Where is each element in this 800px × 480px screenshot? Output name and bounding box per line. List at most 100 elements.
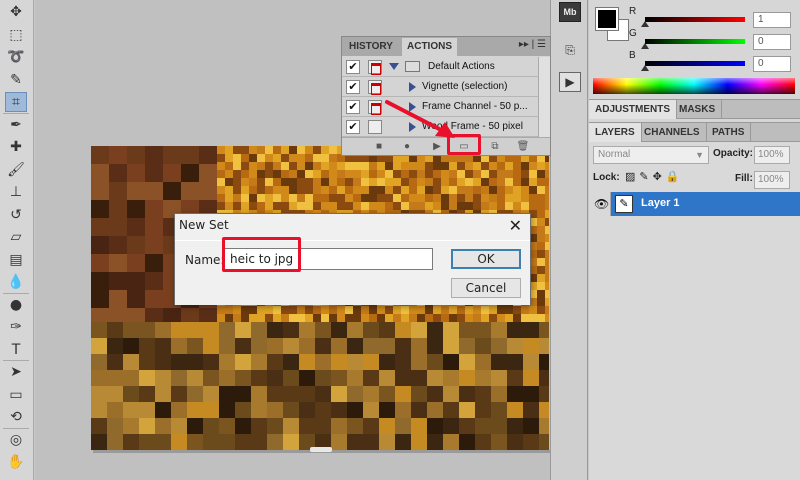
tab-layers[interactable]: LAYERS (589, 123, 642, 142)
blur-tool-icon[interactable]: 💧 (5, 272, 27, 292)
action-label[interactable]: Vignette (selection) (422, 81, 507, 92)
lasso-tool-icon[interactable]: ➰ (5, 47, 27, 67)
dialog-toggle-icon[interactable] (368, 100, 382, 115)
name-label: Name: (185, 253, 225, 267)
chevron-down-icon: ▼ (695, 150, 704, 160)
tab-adjustments[interactable]: ADJUSTMENTS (589, 100, 678, 119)
eye-icon: 👁 (594, 197, 610, 211)
folder-icon (405, 61, 420, 72)
toolbox: ✥ ⬚ ➰ ✎ ⌗ ✒ ✚ 🖌 ⊥ ↺ ▱ ▤ 💧 ● ✑ T ➤ ▭ ⟲ ◎ ✋ (0, 0, 34, 480)
panel-dock-strip: Mb ⎘ ▶ (550, 0, 588, 480)
eraser-tool-icon[interactable]: ▱ (5, 227, 27, 247)
cancel-button[interactable]: Cancel (451, 278, 521, 298)
layer-thumbnail: ✎ (615, 195, 633, 213)
canvas-scroll-handle[interactable] (310, 447, 332, 452)
tab-actions[interactable]: ACTIONS (402, 38, 457, 56)
action-toggle-checkbox[interactable]: ✔ (346, 100, 360, 114)
mini-bridge-label: Mb (563, 7, 577, 17)
type-tool-icon[interactable]: T (5, 340, 27, 360)
red-value-field[interactable]: 1 (753, 12, 791, 28)
annotation-arrow (385, 100, 455, 138)
pen-tool-icon[interactable]: ✑ (5, 317, 27, 337)
marquee-tool-icon[interactable]: ⬚ (5, 25, 27, 45)
lock-options: ▨ ✎ ✥ 🔒 (625, 170, 680, 183)
opacity-label: Opacity: (713, 148, 754, 159)
clone-stamp-tool-icon[interactable]: ⊥ (5, 182, 27, 202)
red-slider[interactable] (645, 17, 745, 22)
green-slider-thumb[interactable] (641, 43, 649, 49)
green-slider-row: G 0 (629, 28, 799, 50)
red-slider-row: R 1 (629, 6, 799, 28)
fill-label: Fill: (735, 173, 753, 184)
lock-transparency-icon[interactable]: ▨ (625, 170, 635, 183)
actions-scrollbar[interactable] (538, 57, 550, 137)
blend-mode-select[interactable]: Normal ▼ (593, 146, 709, 164)
shape-tool-icon[interactable]: ▭ (5, 385, 27, 405)
new-action-icon[interactable]: ⧉ (488, 140, 502, 154)
green-slider[interactable] (645, 39, 745, 44)
path-select-tool-icon[interactable]: ➤ (5, 362, 27, 382)
panel-menu-icon[interactable]: ▸▸ | ☰ (519, 39, 546, 50)
blue-value-field[interactable]: 0 (753, 56, 791, 72)
brush-tool-icon[interactable]: 🖌 (5, 160, 27, 180)
toolbox-divider (3, 360, 29, 361)
expand-arrow-icon[interactable] (389, 63, 399, 70)
action-row[interactable]: ✔ Vignette (selection) (342, 77, 538, 97)
tab-paths[interactable]: PATHS (706, 123, 752, 142)
tab-masks[interactable]: MASKS (673, 100, 723, 119)
action-toggle-checkbox[interactable]: ✔ (346, 80, 360, 94)
action-set-label[interactable]: Default Actions (428, 61, 495, 72)
healing-brush-tool-icon[interactable]: ✚ (5, 137, 27, 157)
red-label: R (629, 6, 637, 17)
eyedropper-tool-icon[interactable]: ✒ (5, 115, 27, 135)
action-toggle-checkbox[interactable]: ✔ (346, 60, 360, 74)
color-panel: R 1 G 0 B 0 (589, 0, 800, 98)
green-value-field[interactable]: 0 (753, 34, 791, 50)
mini-bridge-button[interactable]: Mb (559, 2, 581, 22)
red-slider-thumb[interactable] (641, 21, 649, 27)
green-label: G (629, 28, 637, 39)
layer-row[interactable]: 👁 ✎ Layer 1 (589, 192, 800, 216)
tab-history[interactable]: HISTORY (344, 38, 398, 56)
action-toggle-checkbox[interactable]: ✔ (346, 120, 360, 134)
gradient-tool-icon[interactable]: ▤ (5, 250, 27, 270)
trash-icon[interactable]: 🗑 (516, 140, 530, 154)
tab-channels[interactable]: CHANNELS (638, 123, 707, 142)
foreground-color-swatch[interactable] (595, 7, 619, 31)
layers-panel: Normal ▼ Opacity: 100% Lock: ▨ ✎ ✥ 🔒 Fil… (589, 142, 800, 480)
actions-panel-header: HISTORY ACTIONS ▸▸ | ☰ (342, 37, 550, 56)
dialog-toggle-icon[interactable] (368, 60, 382, 75)
color-spectrum[interactable] (593, 78, 795, 94)
move-tool-icon[interactable]: ✥ (5, 2, 27, 22)
actions-panel-icon[interactable]: ▶ (559, 72, 581, 92)
history-panel-icon[interactable]: ⎘ (559, 40, 581, 60)
lock-pixels-icon[interactable]: ✎ (639, 170, 648, 183)
hand-tool-icon[interactable]: ✋ (5, 452, 27, 472)
visibility-toggle[interactable]: 👁 (589, 192, 611, 216)
adjustments-tabbar: ADJUSTMENTS MASKS (589, 99, 800, 119)
dialog-title: New Set (179, 218, 229, 232)
blue-slider[interactable] (645, 61, 745, 66)
3d-rotate-tool-icon[interactable]: ⟲ (5, 407, 27, 427)
3d-orbit-tool-icon[interactable]: ◎ (5, 430, 27, 450)
history-brush-tool-icon[interactable]: ↺ (5, 205, 27, 225)
dialog-toggle-icon[interactable] (368, 120, 382, 134)
stop-icon[interactable]: ■ (372, 140, 386, 154)
expand-arrow-icon[interactable] (409, 82, 416, 92)
ok-button[interactable]: OK (451, 249, 521, 269)
toolbox-divider (3, 292, 29, 294)
lock-all-icon[interactable]: 🔒 (666, 170, 680, 183)
crop-tool-icon[interactable]: ⌗ (5, 92, 27, 112)
blue-slider-thumb[interactable] (641, 65, 649, 71)
opacity-field[interactable]: 100% (754, 146, 790, 164)
fill-field[interactable]: 100% (754, 171, 790, 189)
dodge-tool-icon[interactable]: ● (5, 295, 27, 315)
quick-select-tool-icon[interactable]: ✎ (5, 70, 27, 90)
toolbox-divider (3, 427, 29, 429)
layers-tabbar: LAYERS CHANNELS PATHS (589, 122, 800, 142)
layer-name[interactable]: Layer 1 (641, 197, 680, 209)
dialog-toggle-icon[interactable] (368, 80, 382, 95)
close-icon[interactable]: ✕ (509, 216, 522, 235)
lock-position-icon[interactable]: ✥ (653, 170, 662, 183)
action-row[interactable]: ✔ Default Actions (342, 57, 538, 77)
